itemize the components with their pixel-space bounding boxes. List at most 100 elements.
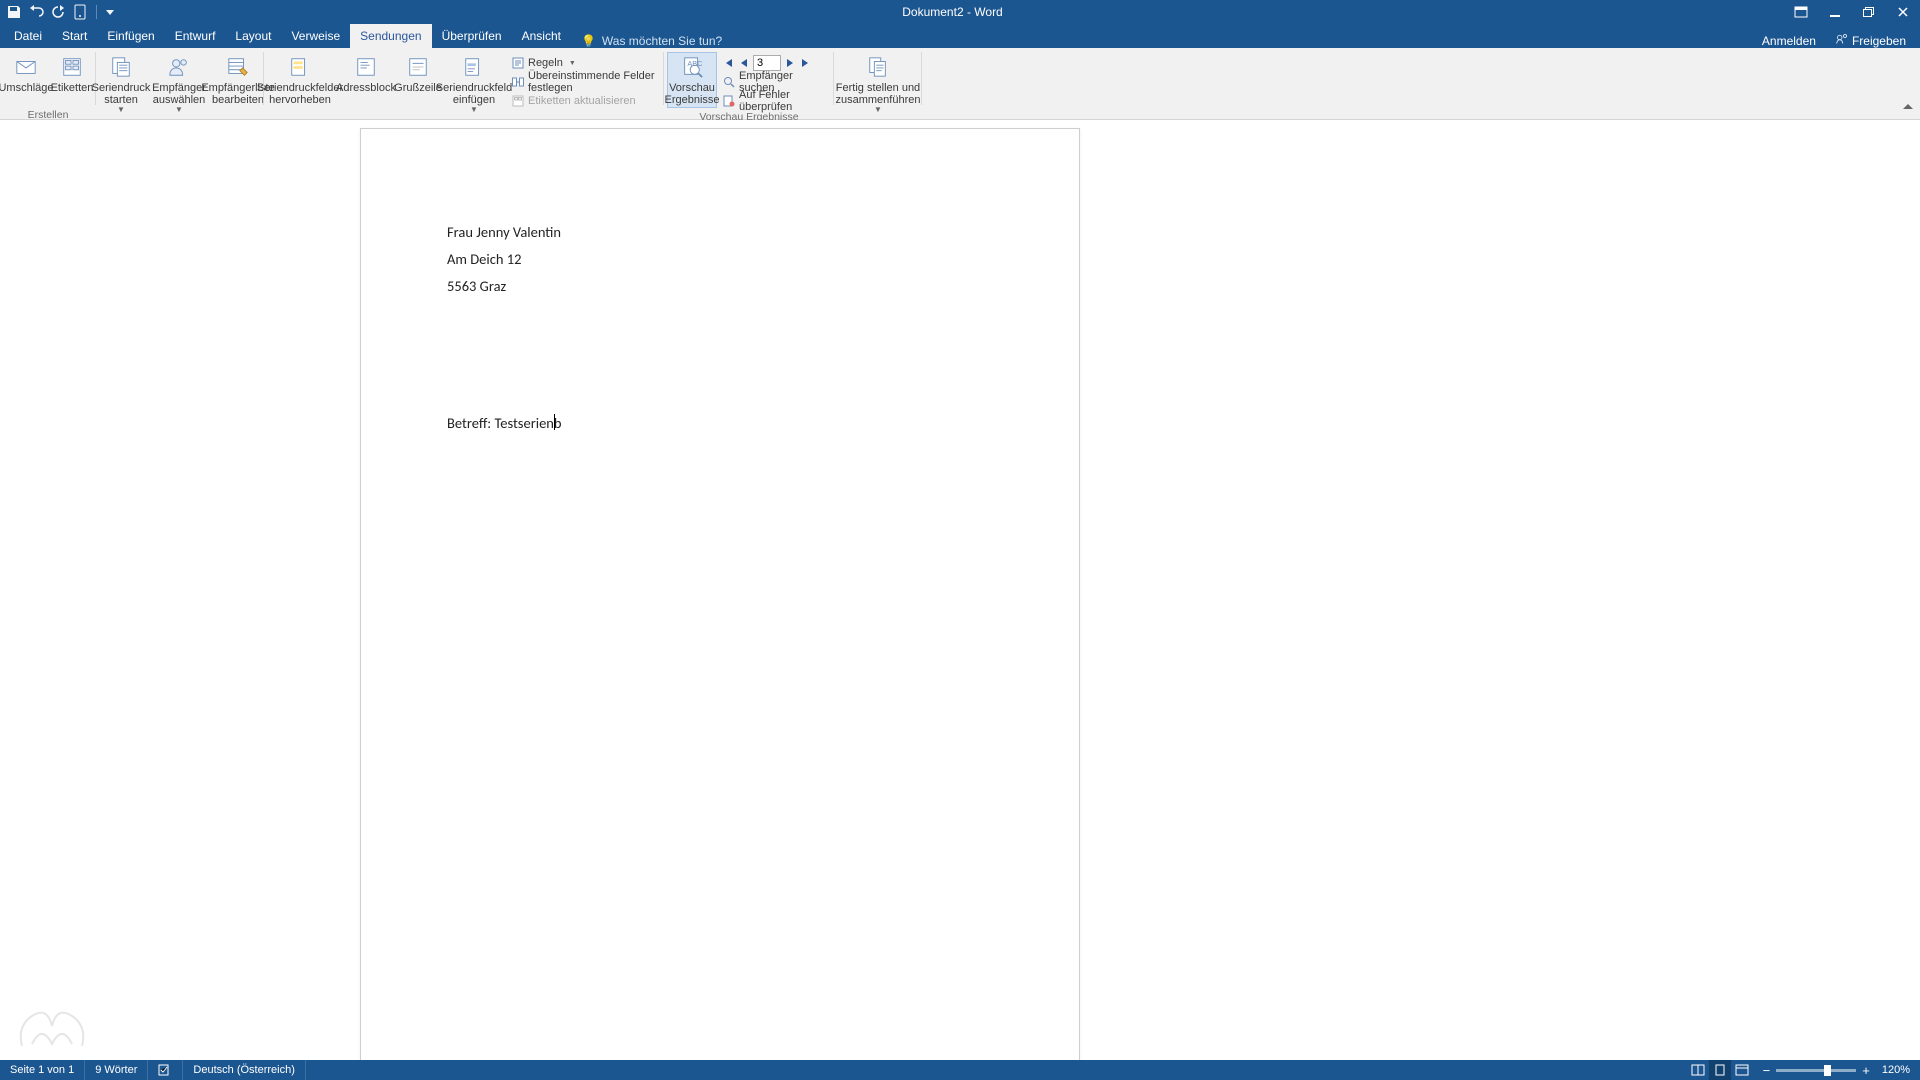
tab-references[interactable]: Verweise [281,24,350,48]
preview-results-button[interactable]: ABC Vorschau Ergebnisse [667,52,717,108]
view-read-mode[interactable] [1687,1060,1709,1080]
status-language[interactable]: Deutsch (Österreich) [183,1060,305,1080]
envelope-icon [15,56,37,78]
update-labels-button: Etiketten aktualisieren [508,92,664,110]
save-icon[interactable] [6,4,22,20]
recipient-name: Frau Jenny Valentin [447,223,561,241]
group-start-merge: Seriendruck starten ▼ Empfänger auswähle… [96,48,264,119]
share-icon [1836,33,1848,48]
tab-file[interactable]: Datei [4,24,52,48]
dropdown-icon: ▼ [569,60,576,67]
window-controls [1784,0,1920,24]
tab-design[interactable]: Entwurf [165,24,226,48]
restore-button[interactable] [1852,0,1886,24]
group-preview-results: ABC Vorschau Ergebnisse [664,48,834,119]
svg-text:ABC: ABC [687,59,703,68]
greeting-line-button[interactable]: Grußzeile [396,52,440,108]
rules-label: Regeln [528,57,563,69]
watermark-logo [12,996,92,1056]
recipients-icon [168,56,190,78]
zoom-out-button[interactable]: − [1763,1063,1771,1078]
match-fields-button[interactable]: Übereinstimmende Felder festlegen [508,73,664,91]
rules-icon [512,57,524,69]
finish-label: Fertig stellen und zusammenführen [836,82,921,106]
zoom-level[interactable]: 120% [1882,1064,1910,1076]
view-web-layout[interactable] [1731,1060,1753,1080]
select-recipients-button[interactable]: Empfänger auswählen ▼ [151,52,207,118]
greeting-label: Grußzeile [394,82,442,106]
share-button[interactable]: Freigeben [1826,33,1916,48]
qat-dropdown-icon[interactable] [105,4,115,20]
tab-layout[interactable]: Layout [225,24,281,48]
edit-list-icon [227,56,249,78]
zoom-in-button[interactable]: + [1862,1063,1870,1078]
zoom-slider[interactable] [1776,1069,1856,1072]
recipient-city: 5563 Graz [447,277,506,295]
zoom-thumb[interactable] [1824,1065,1831,1076]
tab-review[interactable]: Überprüfen [432,24,512,48]
status-page[interactable]: Seite 1 von 1 [0,1060,85,1080]
tab-home[interactable]: Start [52,24,97,48]
insert-field-icon [463,56,485,78]
start-mail-merge-label: Seriendruck starten [92,82,151,106]
recipient-street: Am Deich 12 [447,250,521,268]
ribbon: Umschläge Etiketten Erstellen Seriendruc… [0,48,1920,120]
insert-field-label: Seriendruckfeld einfügen [436,82,512,106]
check-errors-button[interactable]: Auf Fehler überprüfen [719,92,831,110]
undo-icon[interactable] [28,4,44,20]
first-record-button[interactable] [721,56,735,70]
labels-icon [61,56,83,78]
status-spellcheck[interactable] [148,1060,183,1080]
zoom-control: − + 120% [1753,1063,1920,1078]
last-record-button[interactable] [799,56,813,70]
separator [96,5,97,19]
ribbon-display-button[interactable] [1784,0,1818,24]
select-recipients-label: Empfänger auswählen [152,82,206,106]
share-label: Freigeben [1852,34,1906,48]
sign-in-link[interactable]: Anmelden [1752,34,1826,48]
finish-merge-button[interactable]: Fertig stellen und zusammenführen ▼ [837,52,919,118]
tell-me-search[interactable]: 💡 Was möchten Sie tun? [571,34,732,48]
highlight-merge-fields-button[interactable]: Seriendruckfelder hervorheben [264,52,336,108]
text-caret [554,414,555,430]
view-print-layout[interactable] [1709,1060,1731,1080]
labels-button[interactable]: Etiketten [51,52,93,108]
record-number-input[interactable] [753,55,781,71]
redo-icon[interactable] [50,4,66,20]
quick-access-toolbar [0,4,121,20]
status-word-count[interactable]: 9 Wörter [85,1060,148,1080]
minimize-button[interactable] [1818,0,1852,24]
dropdown-icon: ▼ [117,104,125,116]
tab-insert[interactable]: Einfügen [97,24,164,48]
finish-icon [867,56,889,78]
page[interactable]: Frau Jenny Valentin Am Deich 12 5563 Gra… [360,128,1080,1060]
tell-me-placeholder: Was möchten Sie tun? [602,34,722,48]
document-area[interactable]: Frau Jenny Valentin Am Deich 12 5563 Gra… [0,120,1920,1060]
search-icon [723,76,735,88]
lightbulb-icon: 💡 [581,34,596,48]
tab-mailings[interactable]: Sendungen [350,24,431,48]
dropdown-icon: ▼ [470,104,478,116]
check-errors-icon [723,95,735,107]
dropdown-icon: ▼ [874,104,882,116]
prev-record-button[interactable] [737,56,751,70]
start-mail-merge-button[interactable]: Seriendruck starten ▼ [93,52,149,118]
collapse-ribbon-button[interactable] [1902,102,1914,115]
next-record-button[interactable] [783,56,797,70]
highlight-icon [289,56,311,78]
dropdown-icon: ▼ [175,104,183,116]
update-labels-icon [512,95,524,107]
close-button[interactable] [1886,0,1920,24]
touch-mode-icon[interactable] [72,4,88,20]
status-bar: Seite 1 von 1 9 Wörter Deutsch (Österrei… [0,1060,1920,1080]
envelopes-button[interactable]: Umschläge [3,52,49,108]
tab-view[interactable]: Ansicht [512,24,571,48]
highlight-label: Seriendruckfelder hervorheben [257,82,343,106]
insert-merge-field-button[interactable]: Seriendruckfeld einfügen ▼ [442,52,506,118]
update-labels-label: Etiketten aktualisieren [528,95,636,107]
ribbon-tabs: Datei Start Einfügen Entwurf Layout Verw… [0,24,1920,48]
greeting-icon [407,56,429,78]
subject-line: Betreff: Testserienb [447,414,562,432]
mail-merge-icon [110,56,132,78]
address-block-button[interactable]: Adressblock [338,52,394,108]
